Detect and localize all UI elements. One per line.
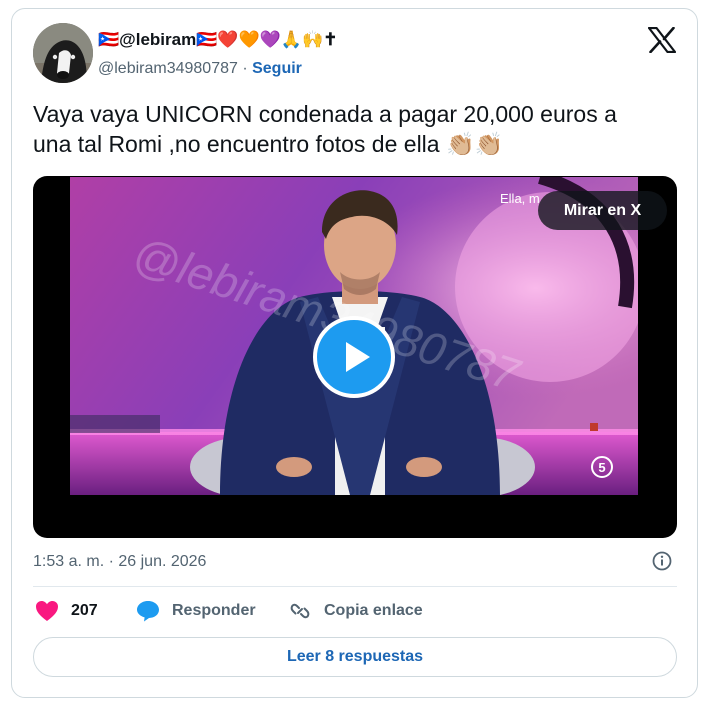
follow-button[interactable]: Seguir — [252, 60, 302, 77]
play-icon — [346, 342, 370, 372]
tweet-timestamp[interactable]: 1:53 a. m. · 26 jun. 2026 — [33, 553, 206, 571]
copy-link-button[interactable]: Copia enlace — [288, 600, 423, 622]
divider — [33, 586, 677, 587]
info-icon[interactable] — [652, 551, 672, 571]
author-handle[interactable]: @lebiram34980787 — [98, 60, 238, 77]
read-replies-button[interactable]: Leer 8 respuestas — [33, 637, 677, 677]
tweet-text-line: Vaya vaya UNICORN condenada a pagar 20,0… — [33, 101, 617, 127]
reply-label: Responder — [172, 602, 256, 619]
author-name-prefix: 🇵🇷 — [98, 30, 120, 49]
heart-icon — [36, 601, 58, 621]
handle-separator: · — [237, 60, 253, 77]
link-icon — [290, 603, 310, 619]
author-handle-row: @lebiram34980787 · Seguir — [98, 60, 302, 78]
tweet-text: Vaya vaya UNICORN condenada a pagar 20,0… — [33, 99, 673, 159]
reply-bubble-icon — [137, 601, 159, 622]
view-on-x-button[interactable]: Mirar en X — [538, 191, 667, 230]
tweet-text-line: una tal Romi ,no encuentro fotos de ella… — [33, 131, 504, 157]
copy-link-label: Copia enlace — [324, 602, 423, 619]
reply-button[interactable]: Responder — [136, 600, 256, 622]
play-button[interactable] — [313, 316, 395, 398]
author-name-suffix: 🇵🇷❤️🧡💜🙏🙌✝ — [196, 30, 338, 49]
x-logo-icon[interactable] — [647, 26, 677, 54]
channel-logo: 5 — [598, 460, 605, 475]
video-caption: Ella, m — [500, 191, 540, 206]
author-name: @lebiram — [119, 30, 197, 49]
likes-count: 207 — [71, 602, 98, 619]
avatar[interactable] — [33, 23, 93, 83]
author-display-name[interactable]: 🇵🇷 @lebiram 🇵🇷❤️🧡💜🙏🙌✝ — [98, 30, 337, 50]
like-button[interactable]: 207 — [35, 600, 98, 622]
